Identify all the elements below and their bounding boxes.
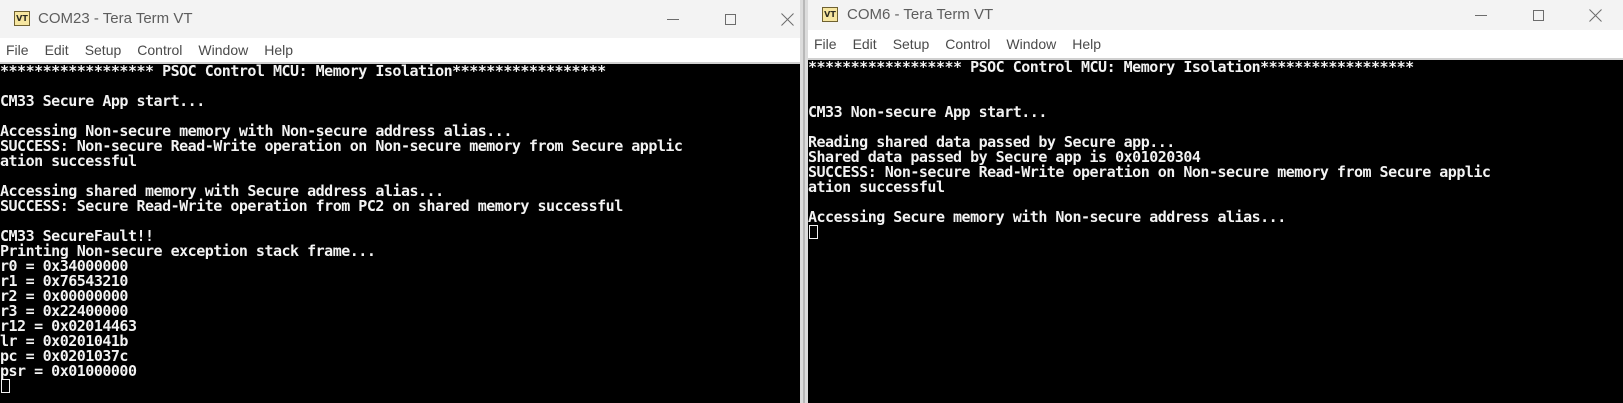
menu-bar: File Edit Setup Control Window Help [808,30,1623,58]
terminal-line: ****************** PSOC Control MCU: Mem… [808,58,1414,76]
window-divider [800,0,808,403]
terminal-line: psr = 0x01000000 [0,362,137,380]
terminal-line: CM33 Secure App start... [0,92,205,110]
terminal-output[interactable]: ****************** PSOC Control MCU: Mem… [808,58,1623,403]
close-icon [1589,9,1602,22]
tera-term-window-com6: VT COM6 - Tera Term VT File Edit Setup C… [808,0,1623,403]
title-bar[interactable]: VT COM6 - Tera Term VT [808,0,1623,30]
menu-setup[interactable]: Setup [85,42,122,58]
menu-control[interactable]: Control [945,36,990,52]
minimize-button[interactable] [650,4,696,34]
close-button[interactable] [764,4,800,34]
menu-edit[interactable]: Edit [45,42,69,58]
menu-control[interactable]: Control [137,42,182,58]
menu-window[interactable]: Window [1006,36,1056,52]
tera-term-app-icon[interactable]: VT [14,11,30,26]
terminal-line: ation successful [0,152,137,170]
terminal-cursor [809,225,818,239]
menu-bar: File Edit Setup Control Window Help [0,38,800,62]
menu-edit[interactable]: Edit [853,36,877,52]
terminal-line: SUCCESS: Secure Read-Write operation fro… [0,197,623,215]
menu-help[interactable]: Help [264,42,293,58]
maximize-icon [1532,9,1544,21]
menu-setup[interactable]: Setup [893,36,930,52]
terminal-line: ****************** PSOC Control MCU: Mem… [0,62,606,80]
close-icon [781,13,794,26]
menu-file[interactable]: File [6,42,29,58]
tera-term-app-icon[interactable]: VT [822,7,838,22]
close-button[interactable] [1572,0,1618,30]
terminal-line: Accessing Secure memory with Non-secure … [808,208,1286,226]
window-title: COM6 - Tera Term VT [847,6,994,23]
window-title: COM23 - Tera Term VT [38,10,193,27]
terminal-output[interactable]: ****************** PSOC Control MCU: Mem… [0,62,800,403]
minimize-button[interactable] [1458,0,1504,30]
menu-window[interactable]: Window [198,42,248,58]
menu-help[interactable]: Help [1072,36,1101,52]
title-bar[interactable]: VT COM23 - Tera Term VT [0,0,800,38]
minimize-icon [667,18,679,20]
tera-term-window-com23: VT COM23 - Tera Term VT File Edit Setup … [0,0,800,403]
terminal-line: ation successful [808,178,945,196]
maximize-button[interactable] [707,4,753,34]
maximize-icon [724,13,736,25]
maximize-button[interactable] [1515,0,1561,30]
menu-file[interactable]: File [814,36,837,52]
window-divider-line [803,0,805,403]
terminal-line: CM33 Non-secure App start... [808,103,1047,121]
minimize-icon [1475,14,1487,16]
terminal-cursor [1,379,10,393]
